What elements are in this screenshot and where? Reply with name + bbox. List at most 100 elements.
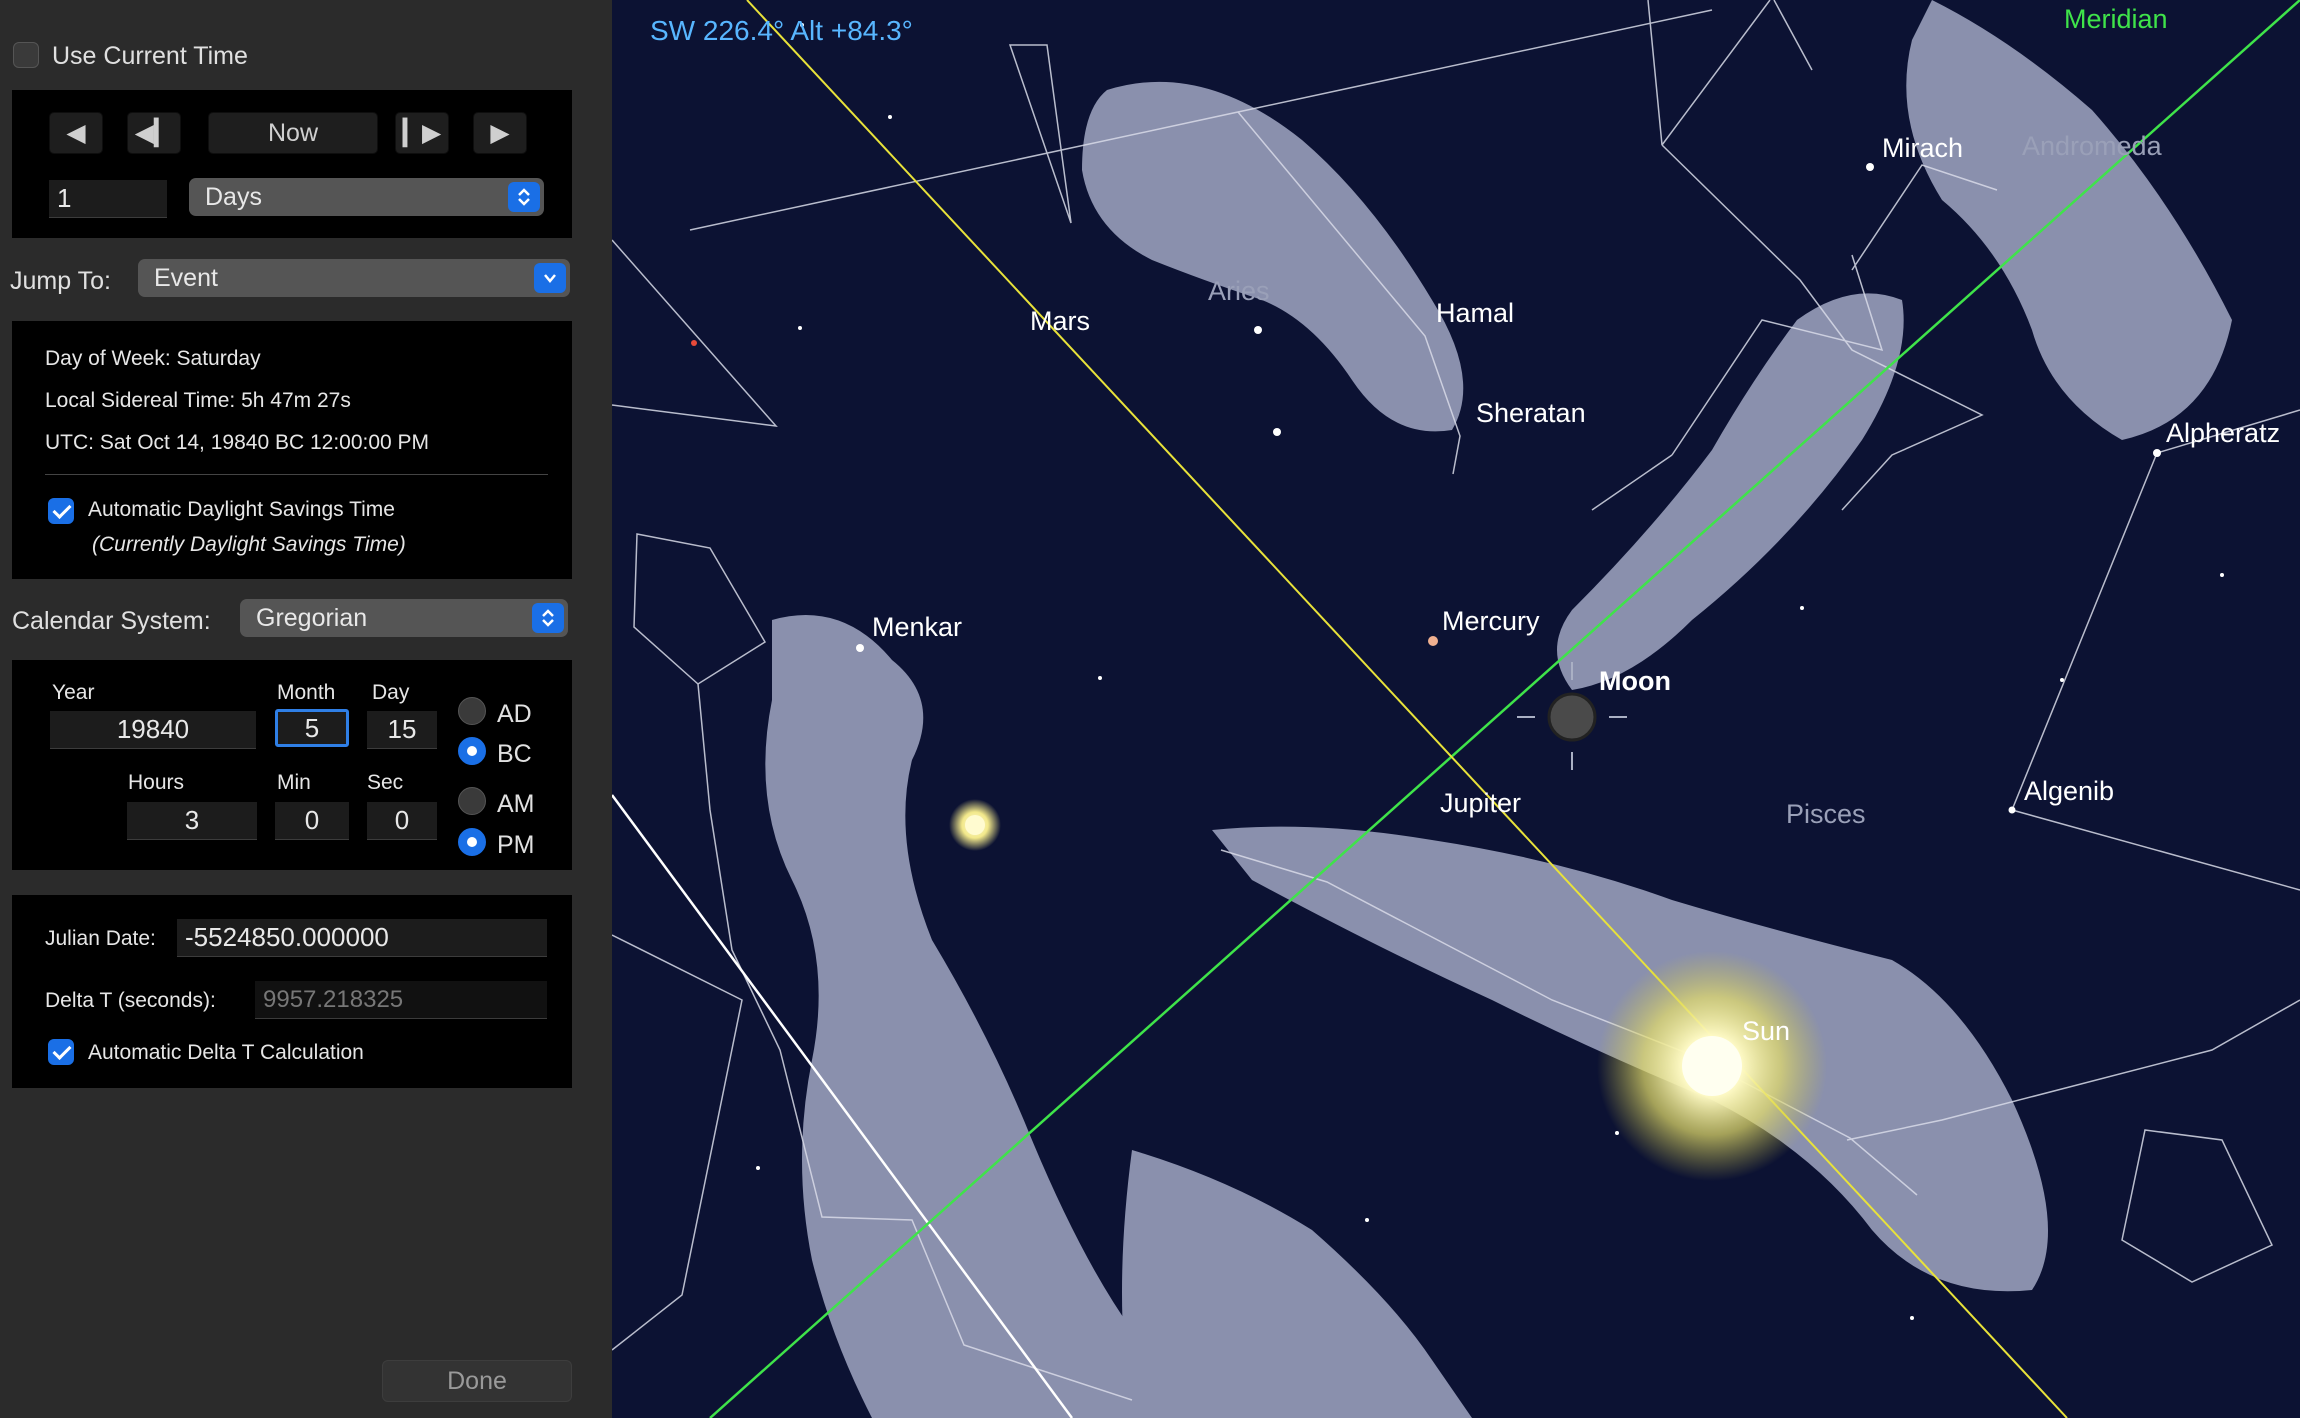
sheratan-label: Sheratan	[1476, 398, 1586, 428]
bc-label: BC	[497, 740, 532, 768]
pm-radio[interactable]	[458, 828, 486, 856]
mars-planet[interactable]	[691, 340, 697, 346]
use-current-time-label: Use Current Time	[52, 42, 248, 70]
menkar-label: Menkar	[872, 612, 962, 642]
daylight-status-note: (Currently Daylight Savings Time)	[92, 533, 406, 556]
mars-label: Mars	[1030, 306, 1090, 336]
delta-t-input: 9957.218325	[255, 981, 547, 1019]
day-input[interactable]: 15	[367, 711, 437, 749]
use-current-time-checkbox[interactable]	[13, 42, 39, 68]
auto-delta-t-checkbox[interactable]	[48, 1039, 74, 1065]
now-button-label: Now	[267, 118, 318, 147]
sun[interactable]	[1682, 1036, 1742, 1096]
divider	[45, 474, 548, 475]
done-button-label: Done	[447, 1366, 507, 1395]
frame-forward-button[interactable]: ▎▶	[395, 112, 449, 154]
menkar-star	[856, 644, 864, 652]
auto-daylight-label: Automatic Daylight Savings Time	[88, 498, 395, 521]
direction-readout: SW 226.4° Alt +84.3°	[650, 15, 913, 46]
bc-radio[interactable]	[458, 737, 486, 765]
calendar-system-popup[interactable]: Gregorian	[240, 599, 568, 637]
utc-value: Sat Oct 14, 19840 BC 12:00:00 PM	[99, 431, 430, 454]
now-button[interactable]: Now	[208, 112, 378, 154]
pisces-label: Pisces	[1786, 799, 1866, 829]
sheratan-star	[1273, 428, 1281, 436]
aries-label: Aries	[1208, 276, 1270, 306]
sky-chart-view[interactable]: SW 226.4° Alt +84.3° Meridian Mars Aries…	[612, 0, 2300, 1418]
step-forward-button[interactable]: ▶	[473, 112, 527, 154]
hamal-star	[1254, 326, 1262, 334]
alpheratz-star	[2153, 449, 2161, 457]
auto-daylight-checkbox[interactable]	[48, 498, 74, 524]
time-unit-popup[interactable]: Days	[189, 178, 544, 216]
date-info-box: Day of Week: Saturday Local Sidereal Tim…	[12, 321, 572, 579]
sidereal-time-label: Local Sidereal Time:	[45, 389, 236, 412]
frame-back-icon: ◀▎	[134, 119, 174, 147]
mercury-planet[interactable]	[1428, 636, 1438, 646]
julian-date-label: Julian Date:	[45, 927, 156, 950]
rewind-icon: ◀	[66, 119, 86, 147]
day-of-week-label: Day of Week:	[45, 347, 171, 370]
popup-stepper-icon	[508, 182, 540, 212]
sidereal-time-value: 5h 47m 27s	[241, 389, 351, 412]
ad-label: AD	[497, 700, 532, 728]
star	[1910, 1316, 1914, 1320]
sec-label: Sec	[367, 771, 404, 794]
julian-box: Julian Date: -5524850.000000 Delta T (se…	[12, 895, 572, 1088]
month-input[interactable]: 5	[275, 709, 349, 747]
calendar-system-label: Calendar System:	[12, 607, 211, 635]
moon[interactable]	[1547, 692, 1597, 742]
star	[2220, 573, 2224, 577]
step-back-button[interactable]: ◀	[49, 112, 103, 154]
popup-stepper-icon	[532, 603, 564, 633]
jump-to-label: Jump To:	[10, 267, 111, 295]
star	[798, 326, 802, 330]
min-label: Min	[277, 771, 311, 794]
day-of-week-value: Saturday	[176, 347, 261, 370]
time-step-input[interactable]: 1	[49, 180, 167, 218]
mirach-star	[1866, 163, 1874, 171]
star	[888, 115, 892, 119]
done-button[interactable]: Done	[382, 1360, 572, 1402]
calendar-system-value: Gregorian	[256, 603, 368, 632]
star	[756, 1166, 760, 1170]
am-label: AM	[497, 790, 535, 818]
mercury-label: Mercury	[1442, 606, 1540, 636]
time-step-box: ◀ ◀▎ Now ▎▶ ▶ 1 Days	[12, 90, 572, 238]
hours-input[interactable]: 3	[127, 802, 257, 840]
ad-radio[interactable]	[458, 697, 486, 725]
am-radio[interactable]	[458, 787, 486, 815]
year-input[interactable]: 19840	[50, 711, 256, 749]
frame-back-button[interactable]: ◀▎	[127, 112, 181, 154]
algenib-star	[2008, 806, 2016, 814]
andromeda-label: Andromeda	[2022, 131, 2163, 161]
sec-input[interactable]: 0	[367, 802, 437, 840]
julian-date-input[interactable]: -5524850.000000	[177, 919, 547, 957]
date-entry-box: Year Month Day 19840 5 15 AD BC Hours Mi…	[12, 660, 572, 870]
year-label: Year	[52, 681, 95, 704]
alpheratz-label: Alpheratz	[2166, 418, 2280, 448]
play-icon: ▶	[490, 119, 510, 147]
jump-to-value: Event	[154, 263, 218, 292]
jump-to-popup[interactable]: Event	[138, 259, 570, 297]
time-unit-value: Days	[205, 182, 262, 211]
auto-delta-t-label: Automatic Delta T Calculation	[88, 1041, 364, 1064]
day-label: Day	[372, 681, 410, 704]
utc-label: UTC:	[45, 431, 94, 454]
time-control-panel: Use Current Time ◀ ◀▎ Now ▎▶ ▶ 1 Days Ju…	[0, 0, 612, 1418]
star	[2060, 678, 2064, 682]
hours-label: Hours	[128, 771, 185, 794]
hamal-label: Hamal	[1436, 298, 1514, 328]
frame-forward-icon: ▎▶	[402, 119, 442, 147]
jupiter-planet[interactable]	[965, 815, 985, 835]
min-input[interactable]: 0	[275, 802, 349, 840]
mirach-label: Mirach	[1882, 133, 1963, 163]
moon-label: Moon	[1599, 666, 1671, 696]
month-label: Month	[277, 681, 336, 704]
star	[1365, 1218, 1369, 1222]
pm-label: PM	[497, 831, 535, 859]
meridian-label: Meridian	[2064, 4, 2168, 34]
jupiter-label: Jupiter	[1440, 788, 1521, 818]
star	[1800, 606, 1804, 610]
algenib-label: Algenib	[2024, 776, 2114, 806]
